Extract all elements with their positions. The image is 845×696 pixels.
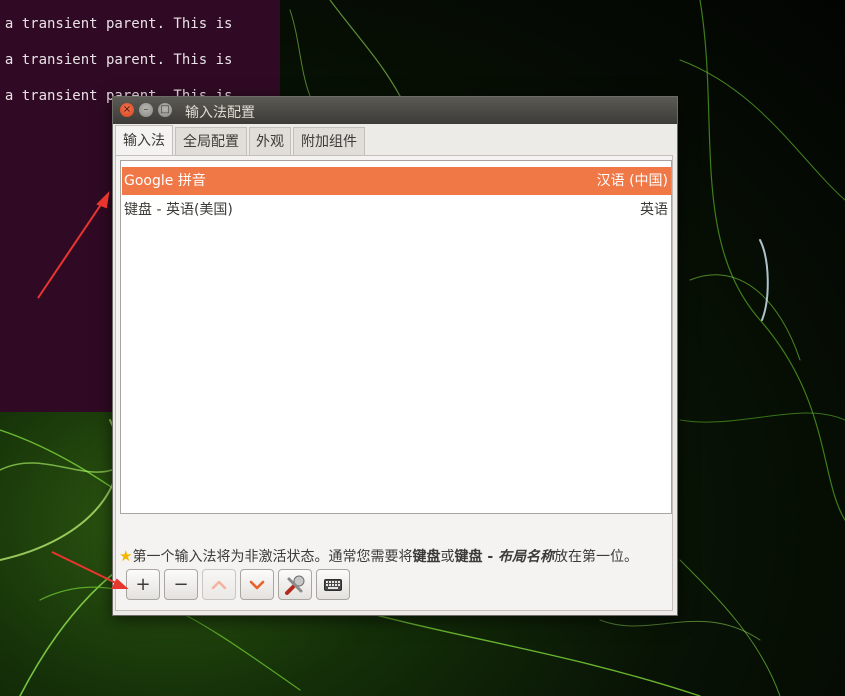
input-method-list[interactable]: Google 拼音 汉语 (中国) 键盘 - 英语(美国) 英语 bbox=[120, 160, 672, 514]
close-icon[interactable]: × bbox=[120, 103, 134, 117]
minimize-icon[interactable]: – bbox=[139, 103, 153, 117]
remove-button[interactable]: − bbox=[164, 569, 198, 600]
terminal-line: t a transient parent. This is bbox=[0, 16, 233, 32]
hint-bold: 键盘 bbox=[412, 549, 441, 565]
tab-panel: Google 拼音 汉语 (中国) 键盘 - 英语(美国) 英语 ★第一个输入法… bbox=[115, 155, 673, 611]
input-method-name: Google 拼音 bbox=[124, 173, 206, 189]
hint-part: 第一个输入法将为非激活状态。通常您需要将 bbox=[132, 549, 413, 565]
input-method-name: 键盘 - 英语(美国) bbox=[124, 202, 233, 218]
configure-button[interactable] bbox=[278, 569, 312, 600]
toolbar: + − bbox=[118, 566, 670, 604]
hint-part: 放在第一位。 bbox=[554, 549, 639, 565]
list-item[interactable]: 键盘 - 英语(美国) 英语 bbox=[122, 196, 671, 224]
list-item[interactable]: Google 拼音 汉语 (中国) bbox=[122, 167, 671, 195]
input-method-config-window: × – □ 输入法配置 输入法 全局配置 外观 附加组件 Google 拼音 汉… bbox=[112, 96, 678, 616]
keyboard-layout-button[interactable] bbox=[316, 569, 350, 600]
move-down-button[interactable] bbox=[240, 569, 274, 600]
hint-bold: 键盘 - bbox=[454, 549, 499, 565]
add-button[interactable]: + bbox=[126, 569, 160, 600]
terminal-line: t a transient parent. This is bbox=[0, 52, 233, 68]
tab-input-method[interactable]: 输入法 bbox=[115, 125, 173, 156]
tab-global-config[interactable]: 全局配置 bbox=[175, 127, 247, 155]
hint-text: ★第一个输入法将为非激活状态。通常您需要将键盘或键盘 - 布局名称放在第一位。 bbox=[119, 546, 638, 566]
chevron-down-icon bbox=[249, 580, 265, 590]
tab-bar: 输入法 全局配置 外观 附加组件 bbox=[113, 125, 677, 156]
input-method-language: 英语 bbox=[640, 202, 668, 218]
tab-addons[interactable]: 附加组件 bbox=[293, 127, 365, 155]
titlebar[interactable]: × – □ 输入法配置 bbox=[113, 97, 677, 124]
input-method-language: 汉语 (中国) bbox=[596, 173, 668, 189]
star-icon: ★ bbox=[119, 547, 133, 565]
maximize-icon[interactable]: □ bbox=[158, 103, 172, 117]
hint-bold-italic: 布局名称 bbox=[498, 549, 555, 565]
chevron-up-icon bbox=[211, 580, 227, 590]
keyboard-icon bbox=[324, 579, 342, 591]
hint-part: 或 bbox=[440, 549, 455, 565]
settings-tool-icon bbox=[285, 575, 305, 595]
move-up-button[interactable] bbox=[202, 569, 236, 600]
tab-appearance[interactable]: 外观 bbox=[249, 127, 291, 155]
window-title: 输入法配置 bbox=[185, 105, 255, 121]
